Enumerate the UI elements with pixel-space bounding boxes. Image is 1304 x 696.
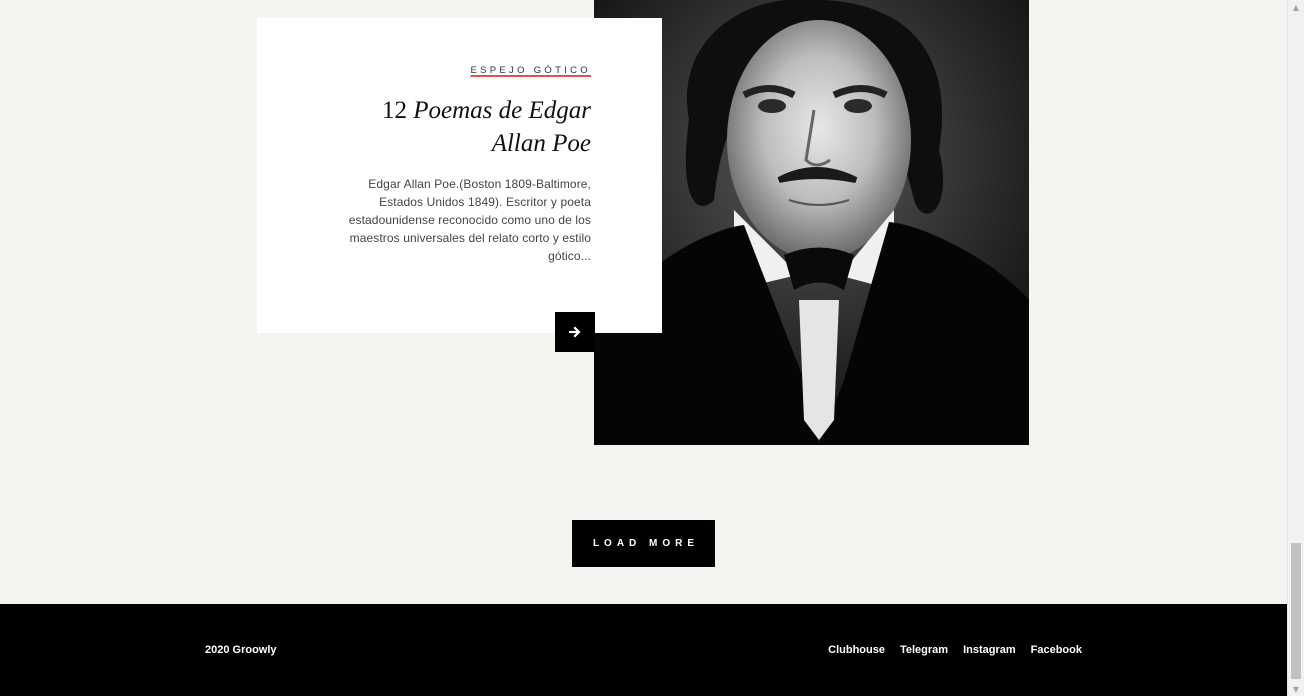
post-card: Espejo Gótico 12 Poemas de Edgar Allan P… [257,18,662,333]
scrollbar-thumb[interactable] [1291,543,1301,679]
read-more-button[interactable] [555,312,595,352]
footer-social-nav: Clubhouse Telegram Instagram Facebook [828,644,1082,656]
vertical-scrollbar[interactable]: ▲ ▼ [1287,0,1304,696]
footer-link-clubhouse[interactable]: Clubhouse [828,644,885,656]
arrow-right-icon [569,326,581,338]
footer-link-telegram[interactable]: Telegram [900,644,948,656]
scroll-up-arrow-icon[interactable]: ▲ [1288,0,1304,14]
page: Espejo Gótico 12 Poemas de Edgar Allan P… [0,0,1287,696]
footer-copyright: 2020 Groowly [205,644,277,656]
post-title-number: 12 [382,97,407,124]
post-category-link[interactable]: Espejo Gótico [471,65,592,76]
scroll-down-arrow-icon[interactable]: ▼ [1288,682,1304,696]
load-more-button[interactable]: LOAD MORE [572,520,715,567]
site-footer: 2020 Groowly Clubhouse Telegram Instagra… [0,604,1287,696]
footer-link-instagram[interactable]: Instagram [963,644,1016,656]
footer-link-facebook[interactable]: Facebook [1031,644,1082,656]
post-title-text: Poemas de Edgar Allan Poe [413,97,591,157]
post-excerpt: Edgar Allan Poe.(Boston 1809-Baltimore, … [348,177,591,263]
post-title[interactable]: 12 Poemas de Edgar Allan Poe [331,94,591,160]
